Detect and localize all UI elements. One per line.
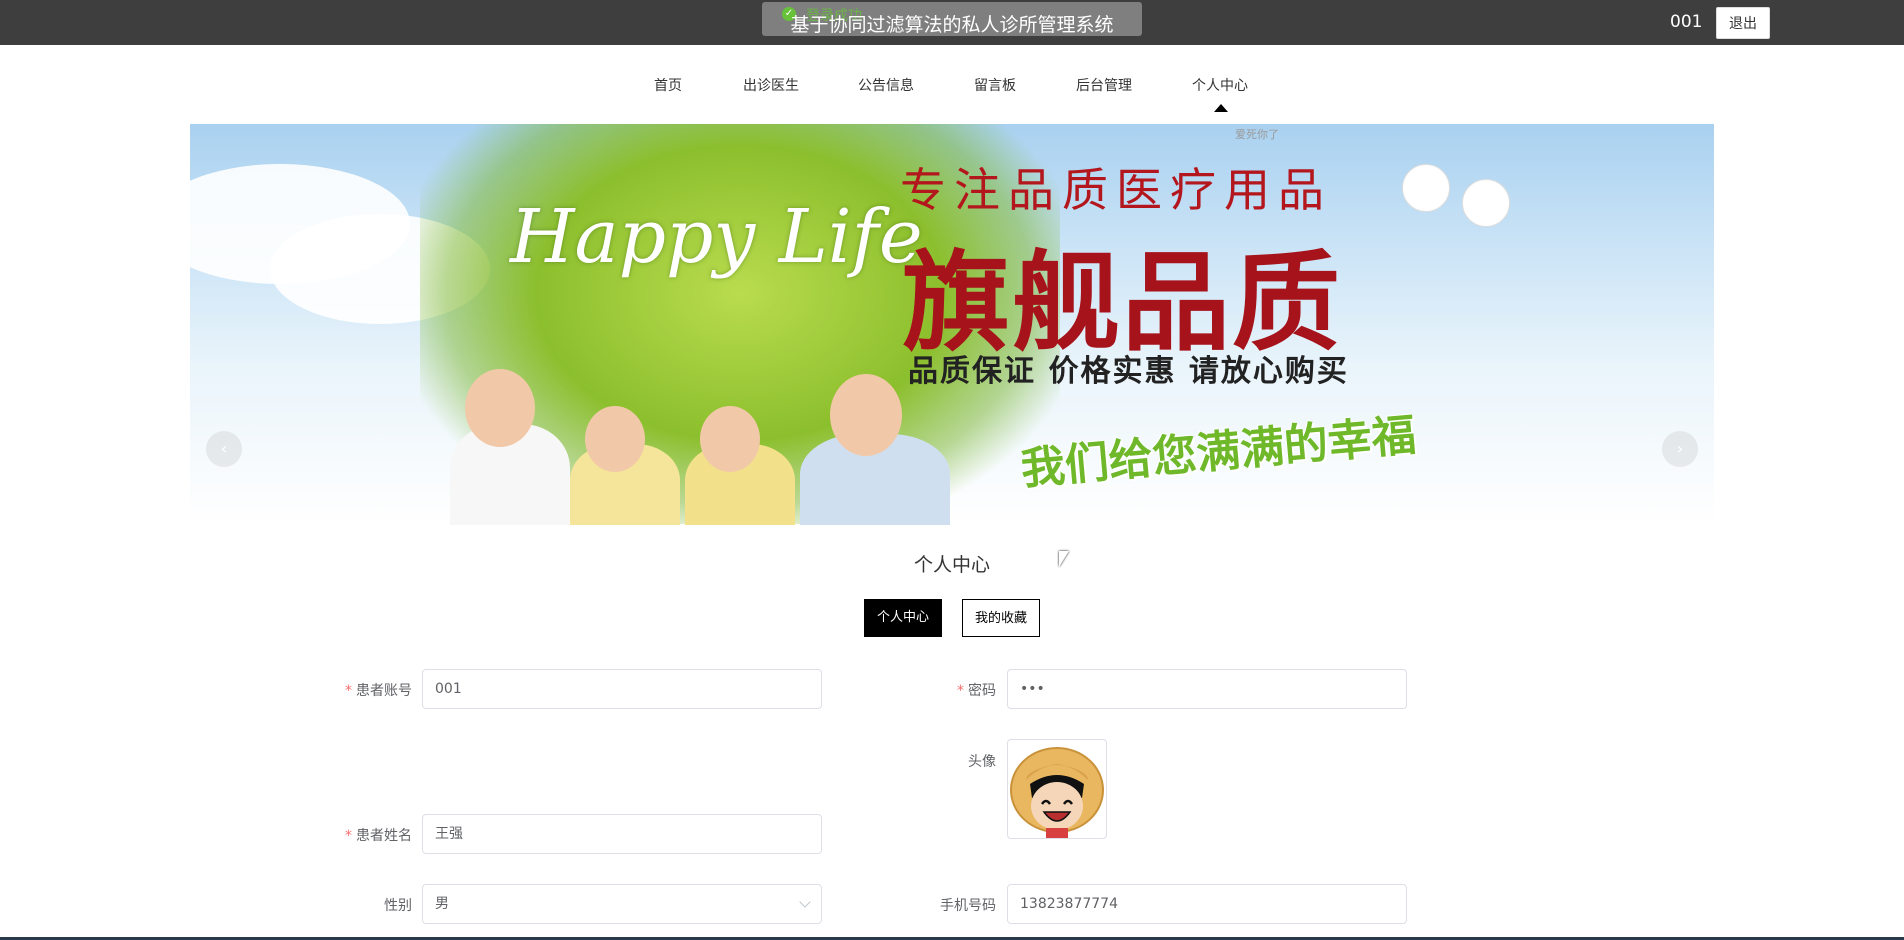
nav-item-admin[interactable]: 后台管理 — [1076, 75, 1132, 95]
family-face — [830, 374, 902, 456]
carousel-next-button[interactable]: › — [1662, 431, 1698, 467]
password-input[interactable]: ••• — [1007, 669, 1407, 709]
mouse-cursor-icon — [1059, 551, 1069, 567]
doll-decoration — [1402, 164, 1450, 212]
system-title: 基于协同过滤算法的私人诊所管理系统 — [790, 14, 1114, 36]
avatar-label: 头像 — [968, 754, 996, 770]
tab-my-favorites[interactable]: 我的收藏 — [962, 599, 1040, 637]
top-bar: ✓ 登录成功 基于协同过滤算法的私人诊所管理系统 001 退出 — [0, 0, 1904, 45]
gender-label: 性别 — [384, 898, 412, 914]
main-nav: 首页 出诊医生 公告信息 留言板 后台管理 个人中心 — [0, 75, 1904, 105]
gender-select[interactable]: 男 — [422, 884, 822, 924]
required-mark: * — [345, 828, 352, 844]
account-input[interactable]: 001 — [422, 669, 822, 709]
nav-item-message-board[interactable]: 留言板 — [974, 75, 1016, 95]
required-mark: * — [957, 683, 964, 699]
banner-tag: 爱死你了 — [1235, 128, 1279, 141]
phone-label: 手机号码 — [940, 898, 996, 914]
password-label: * 密码 — [957, 683, 996, 699]
nav-item-personal-center[interactable]: 个人中心 — [1192, 75, 1248, 95]
banner-slogan-1: 专注品质医疗用品 — [900, 163, 1332, 217]
name-input[interactable]: 王强 — [422, 814, 822, 854]
banner-slogan-3: 品质保证 价格实惠 请放心购买 — [908, 354, 1349, 389]
family-face — [465, 369, 535, 447]
required-mark: * — [345, 683, 352, 699]
nav-item-doctors[interactable]: 出诊医生 — [743, 75, 799, 95]
avatar-upload[interactable] — [1007, 739, 1107, 839]
avatar-image — [1010, 747, 1104, 838]
banner-happy-life: Happy Life — [510, 194, 923, 280]
phone-input[interactable]: 13823877774 — [1007, 884, 1407, 924]
chevron-down-icon — [799, 896, 811, 908]
logout-button[interactable]: 退出 — [1716, 7, 1770, 39]
gender-value: 男 — [435, 896, 449, 912]
section-title: 个人中心 — [913, 554, 990, 576]
banner-carousel: Happy Life 专注品质医疗用品 旗舰品质 品质保证 价格实惠 请放心购买… — [190, 124, 1714, 525]
carousel-prev-button[interactable]: ‹ — [206, 431, 242, 467]
nav-item-announcements[interactable]: 公告信息 — [858, 75, 914, 95]
doll-decoration — [1462, 179, 1510, 227]
current-username: 001 — [1670, 12, 1703, 32]
nav-item-home[interactable]: 首页 — [654, 75, 682, 95]
name-label: * 患者姓名 — [345, 828, 412, 844]
account-label: * 患者账号 — [345, 683, 412, 699]
family-face — [585, 406, 645, 472]
banner-slogan-4: 我们给您满满的幸福 — [1018, 409, 1418, 496]
tab-personal-center[interactable]: 个人中心 — [864, 599, 942, 637]
active-nav-indicator — [1214, 104, 1228, 112]
family-face — [700, 406, 760, 472]
